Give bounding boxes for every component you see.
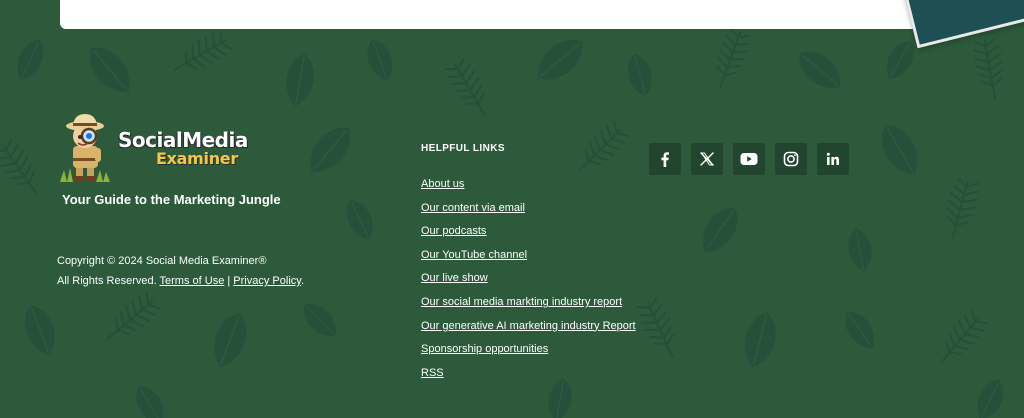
explorer-mascot-icon xyxy=(60,114,110,182)
copyright-text: Copyright © 2024 Social Media Examiner® xyxy=(57,255,267,267)
brand-tagline: Your Guide to the Marketing Jungle xyxy=(62,192,281,207)
link-separator: | xyxy=(227,275,231,287)
live-show-link[interactable]: Our live show xyxy=(421,272,488,284)
youtube-button[interactable] xyxy=(733,143,765,175)
list-item: About us xyxy=(421,176,641,193)
rights-line: All Rights Reserved. Terms of Use | Priv… xyxy=(57,271,304,291)
youtube-icon xyxy=(740,153,758,165)
list-item: Our generative AI marketing industry Rep… xyxy=(421,318,641,335)
logo-title: SocialMedia xyxy=(118,127,248,152)
facebook-button[interactable] xyxy=(649,143,681,175)
privacy-policy-link[interactable]: Privacy Policy xyxy=(233,275,301,287)
terms-of-use-link[interactable]: Terms of Use xyxy=(160,275,225,287)
sponsorship-link[interactable]: Sponsorship opportunities xyxy=(421,343,548,355)
copyright-block: Copyright © 2024 Social Media Examiner® … xyxy=(57,251,304,291)
youtube-channel-link[interactable]: Our YouTube channel xyxy=(421,249,527,261)
linkedin-button[interactable] xyxy=(817,143,849,175)
instagram-button[interactable] xyxy=(775,143,807,175)
list-item: RSS xyxy=(421,365,641,382)
list-item: Our content via email xyxy=(421,200,641,217)
instagram-icon xyxy=(783,151,799,167)
list-item: Sponsorship opportunities xyxy=(421,341,641,358)
brand-block: SocialMedia Examiner xyxy=(56,112,296,184)
site-logo[interactable]: SocialMedia Examiner xyxy=(56,112,296,184)
facebook-icon xyxy=(661,152,669,167)
rights-text: All Rights Reserved. xyxy=(57,275,157,287)
x-button[interactable] xyxy=(691,143,723,175)
content-card-bottom xyxy=(60,0,935,29)
about-us-link[interactable]: About us xyxy=(421,178,464,190)
helpful-links-title: HELPFUL LINKS xyxy=(421,143,505,154)
helpful-links: HELPFUL LINKS About us Our content via e… xyxy=(421,143,641,388)
list-item: Our live show xyxy=(421,270,641,287)
industry-report-link[interactable]: Our social media markting industry repor… xyxy=(421,296,622,308)
helpful-links-list: About us Our content via email Our podca… xyxy=(421,176,641,382)
x-icon xyxy=(700,152,714,166)
social-links xyxy=(649,143,849,175)
list-item: Our YouTube channel xyxy=(421,247,641,264)
podcasts-link[interactable]: Our podcasts xyxy=(421,225,486,237)
list-item: Our social media markting industry repor… xyxy=(421,294,641,311)
linkedin-icon xyxy=(826,152,839,165)
ai-industry-report-link[interactable]: Our generative AI marketing industry Rep… xyxy=(421,320,636,332)
rss-link[interactable]: RSS xyxy=(421,367,444,379)
logo-subtitle: Examiner xyxy=(156,148,238,168)
list-item: Our podcasts xyxy=(421,223,641,240)
content-via-email-link[interactable]: Our content via email xyxy=(421,202,525,214)
rights-end: . xyxy=(300,275,305,287)
